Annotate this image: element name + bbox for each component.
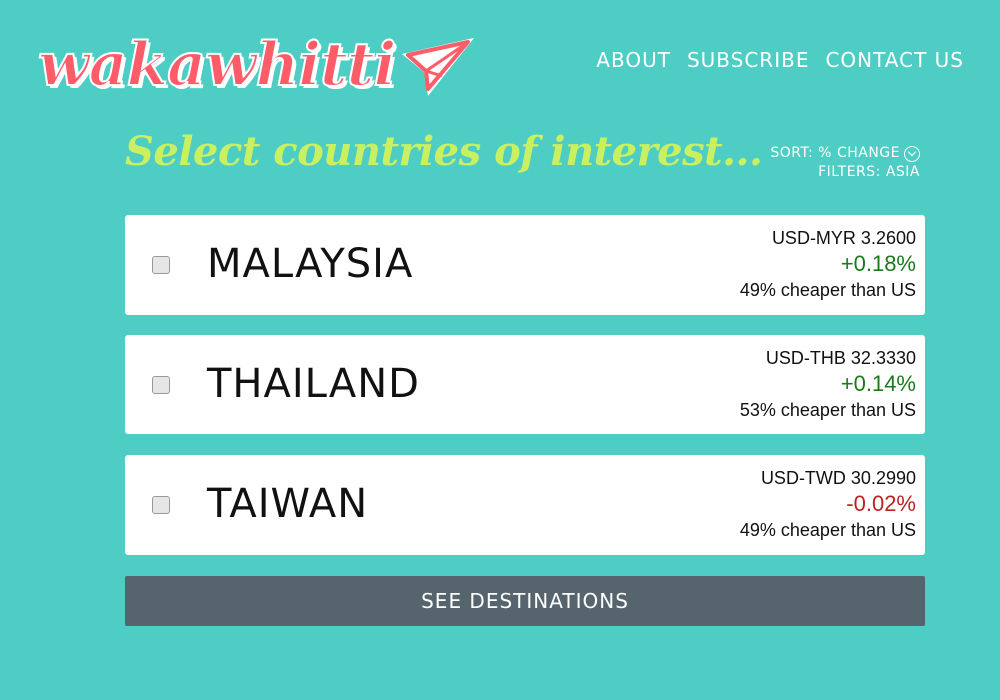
country-card-malaysia[interactable]: MALAYSIA USD-MYR 3.2600 +0.18% 49% cheap…	[125, 215, 925, 315]
nav-about[interactable]: ABOUT	[596, 48, 671, 72]
rate-info: USD-THB 32.3330 +0.14% 53% cheaper than …	[740, 347, 916, 421]
page-heading: Select countries of interest...	[125, 128, 763, 175]
nav-contact-us[interactable]: CONTACT US	[825, 48, 964, 72]
nav-subscribe[interactable]: SUBSCRIBE	[687, 48, 810, 72]
country-checkbox[interactable]	[152, 256, 170, 274]
currency-pair: USD-THB 32.3330	[765, 348, 916, 368]
country-card-thailand[interactable]: THAILAND USD-THB 32.3330 +0.14% 53% chea…	[125, 335, 925, 434]
currency-pair: USD-MYR 3.2600	[771, 228, 916, 248]
chevron-down-icon[interactable]	[904, 145, 920, 162]
cost-comparison: 49% cheaper than US	[739, 280, 916, 300]
country-name: THAILAND	[207, 361, 420, 407]
cost-comparison: 49% cheaper than US	[739, 520, 916, 540]
top-nav: ABOUT SUBSCRIBE CONTACT US	[596, 48, 964, 72]
country-checkbox[interactable]	[152, 376, 170, 394]
sort-label[interactable]: SORT: % CHANGE	[770, 144, 900, 163]
percent-change: +0.18%	[840, 251, 916, 276]
percent-change: +0.14%	[840, 371, 916, 396]
rate-info: USD-TWD 30.2990 -0.02% 49% cheaper than …	[740, 467, 916, 541]
paper-plane-icon	[402, 38, 474, 96]
logo-wordmark[interactable]: wakawhitti	[37, 29, 397, 101]
filter-label[interactable]: FILTERS: ASIA	[818, 163, 920, 182]
country-checkbox[interactable]	[152, 496, 170, 514]
currency-pair: USD-TWD 30.2990	[760, 468, 916, 488]
country-name: TAIWAN	[207, 481, 369, 527]
sort-filter-controls: SORT: % CHANGE FILTERS: ASIA	[770, 144, 920, 182]
country-card-taiwan[interactable]: TAIWAN USD-TWD 30.2990 -0.02% 49% cheape…	[125, 455, 925, 555]
country-list: MALAYSIA USD-MYR 3.2600 +0.18% 49% cheap…	[125, 215, 925, 575]
percent-change: -0.02%	[846, 491, 916, 516]
see-destinations-button[interactable]: SEE DESTINATIONS	[125, 576, 925, 626]
rate-info: USD-MYR 3.2600 +0.18% 49% cheaper than U…	[740, 227, 916, 301]
cost-comparison: 53% cheaper than US	[739, 400, 916, 420]
country-name: MALAYSIA	[207, 241, 414, 287]
